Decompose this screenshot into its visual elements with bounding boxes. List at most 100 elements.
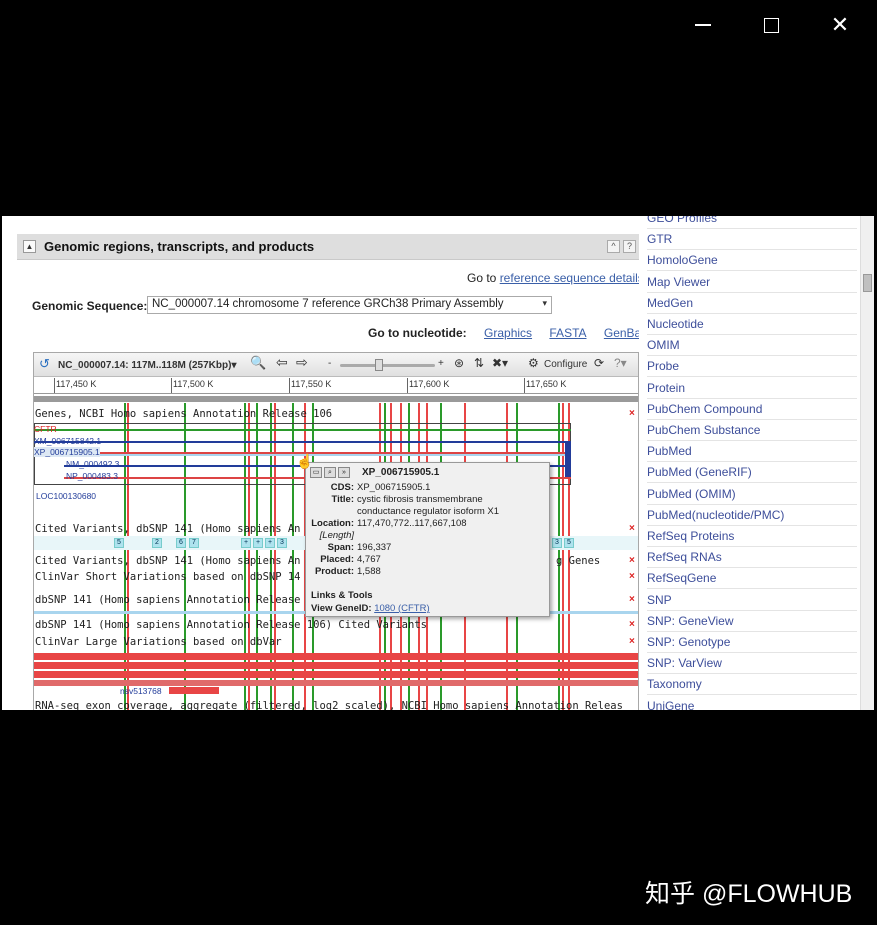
variant-box[interactable]: + [241,538,251,548]
variant-box[interactable]: 5 [114,538,124,548]
track-label: RNA-seq exon coverage, aggregate (filter… [35,700,623,710]
sidebar-item[interactable]: OMIM [647,335,857,357]
feature-label[interactable]: CFTR [34,424,57,434]
sidebar-item[interactable]: RefSeq RNAs [647,547,857,569]
sidebar-item[interactable]: PubChem Substance [647,420,857,441]
feature-label[interactable]: LOC100130680 [36,491,96,501]
close-track-icon[interactable]: × [629,408,635,419]
popup-row: Placed: 4,767 [320,554,381,565]
track-label: Cited Variants, dbSNP 141 (Homo sapiens … [35,523,301,535]
track-label: dbSNP 141 (Homo sapiens Annotation Relea… [35,619,427,631]
feature-label[interactable]: XP_006715905.1 [34,447,100,457]
track-label: Cited Variants, dbSNP 141 (Homo sapiens … [35,555,301,567]
sidebar-item[interactable]: PubMed (GeneRIF) [647,462,857,484]
related-links-sidebar: GEO Profiles GTR HomoloGene Map Viewer MedGe… [639,216,874,710]
variant-box[interactable]: 3 [552,538,562,548]
feature-label[interactable]: NM_000492.3 [66,459,119,469]
variant-box[interactable]: 6 [176,538,186,548]
hand-cursor-icon: ☝ [296,453,314,469]
sidebar-item[interactable]: Probe [647,356,857,378]
sidebar-item[interactable]: UniGene [647,696,857,710]
sidebar-item[interactable]: Protein [647,378,857,399]
sidebar-item[interactable]: SNP: VarView [647,653,857,675]
sidebar-item[interactable]: SNP: Genotype [647,632,857,653]
sidebar-item[interactable]: PubMed(nucleotide/PMC) [647,505,857,526]
close-button[interactable]: ✕ [823,8,857,42]
main-content: ▲ Genomic regions, transcripts, and prod… [2,216,642,710]
popup-row: CDS: XP_006715905.1 [330,482,431,493]
goto-prefix: Go to [467,271,500,285]
close-track-icon[interactable]: × [629,594,635,605]
variant-box[interactable]: 3 [277,538,287,548]
fasta-link[interactable]: FASTA [549,326,586,340]
feature-popup: ▭ ⌕ » XP_006715905.1 CDS: XP_006715905.1 … [305,462,550,617]
sidebar-item[interactable]: RefSeq Proteins [647,526,857,547]
popup-row: Title: cystic fibrosis transmembrane [331,494,483,505]
popup-geneid-row: View GeneID: 1080 (CFTR) [311,603,430,614]
close-track-icon[interactable]: × [629,636,635,647]
feature-label[interactable]: NP_000483.3 [66,471,118,481]
track-label-tail: g Genes [556,555,601,567]
help-button[interactable]: ? [623,240,636,253]
expand-icon[interactable]: » [338,467,350,478]
scroll-top-button[interactable]: ^ [607,240,620,253]
scrollbar-thumb[interactable] [863,274,872,292]
collapse-button[interactable]: ▲ [23,240,36,253]
sidebar-item[interactable]: Taxonomy [647,674,857,696]
reference-details-link[interactable]: reference sequence details [500,271,642,285]
zoom-icon[interactable]: ⌕ [324,467,336,478]
genomic-sequence-label: Genomic Sequence: [32,299,148,313]
large-variation-band[interactable] [34,662,638,669]
geneid-link[interactable]: 1080 (CFTR) [374,603,429,614]
popup-row: [Length] [319,530,354,541]
sidebar-item[interactable]: SNP: GeneView [647,611,857,632]
variant-box[interactable]: + [265,538,275,548]
close-track-icon[interactable]: × [629,523,635,534]
sidebar-item[interactable]: PubMed (OMIM) [647,484,857,505]
feature-label[interactable]: XM_006715842.1 [34,436,101,446]
close-track-icon[interactable]: × [629,619,635,630]
sidebar-item[interactable]: RefSeqGene [647,568,857,590]
sidebar-item[interactable]: HomoloGene [647,250,857,272]
close-icon: ✕ [830,12,850,37]
sidebar-scrollbar[interactable] [860,216,874,710]
popup-title: XP_006715905.1 [362,467,440,478]
dropdown-arrow-icon: ▾ [542,298,547,308]
genomic-sequence-select[interactable]: NC_000007.14 chromosome 7 reference GRCh… [147,296,552,314]
large-variation-band[interactable] [34,671,638,678]
genbank-link[interactable]: GenBank [604,326,642,340]
sidebar-item[interactable]: Map Viewer [647,272,857,293]
sidebar-item[interactable]: MedGen [647,293,857,314]
track-label: dbSNP 141 (Homo sapiens Annotation Relea… [35,594,301,606]
track-label: ClinVar Large Variations based on dbVar [35,636,282,648]
section-header: ▲ Genomic regions, transcripts, and prod… [17,234,639,260]
close-track-icon[interactable]: × [629,571,635,582]
nsv-bar[interactable] [169,687,219,694]
large-variation-band[interactable] [34,653,638,660]
genomic-sequence-value: NC_000007.14 chromosome 7 reference GRCh… [152,298,504,310]
watermark: 知乎 @FLOWHUB [645,880,853,908]
popup-row: Product: 1,588 [314,566,381,577]
variant-box[interactable]: 7 [189,538,199,548]
sidebar-item[interactable]: SNP [647,590,857,611]
links-tools-heading: Links & Tools [311,590,373,601]
gene-end [565,441,571,477]
variant-box[interactable]: + [253,538,263,548]
sequence-viewer[interactable]: ↺ NC_000007.14: 117M..118M (257Kbp)▾ 🔍 ⇦… [33,352,639,710]
feature-label[interactable]: nsv513768 [120,686,162,696]
variant-box[interactable]: 5 [564,538,574,548]
graphics-link[interactable]: Graphics [484,326,532,340]
sidebar-item[interactable]: GTR [647,229,857,251]
maximize-icon [763,17,779,33]
minimize-button[interactable] [686,8,720,42]
sidebar-item[interactable]: PubChem Compound [647,399,857,420]
variant-box[interactable]: 2 [152,538,162,548]
goto-nucleotide: Go to nucleotide: Graphics FASTA GenBank [368,326,642,340]
goto-nucleotide-label: Go to nucleotide: [368,326,467,340]
sidebar-item[interactable]: PubMed [647,441,857,463]
sidebar-item[interactable]: Nucleotide [647,314,857,335]
sidebar-item[interactable]: GEO Profiles [647,216,857,229]
section-title: Genomic regions, transcripts, and produc… [44,239,315,254]
maximize-button[interactable] [754,8,788,42]
close-track-icon[interactable]: × [629,555,635,566]
